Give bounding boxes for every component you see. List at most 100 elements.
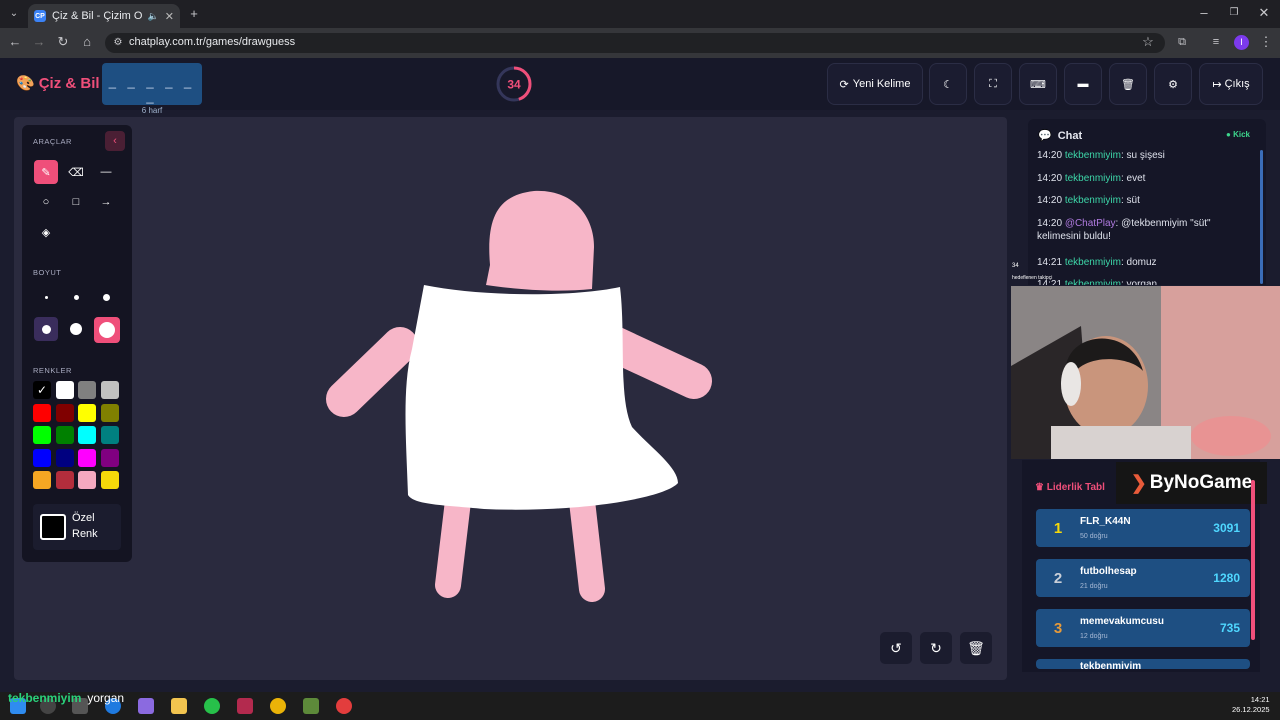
size-dot-l [41, 324, 51, 334]
whatsapp-icon[interactable] [204, 698, 220, 714]
chat-user[interactable]: tekbenmiyim [1065, 257, 1121, 268]
color-swatch[interactable] [33, 471, 51, 489]
clock-time: 14:21 [1250, 695, 1270, 704]
redo-button[interactable]: ↻ [920, 632, 952, 664]
leaderboard-row[interactable]: tekbenmiyim [1036, 659, 1250, 669]
color-swatch[interactable] [100, 381, 119, 399]
leaderboard-row[interactable]: 2 futbolhesap 21 doğru 1280 [1036, 559, 1250, 597]
home-icon[interactable]: ⌂ [79, 35, 95, 49]
color-swatch[interactable]: ✓ [33, 381, 51, 399]
color-swatch[interactable] [78, 471, 96, 489]
drawn-right-leg [569, 488, 605, 602]
color-swatch[interactable] [78, 426, 96, 444]
archive-button[interactable]: ▬ [1064, 63, 1102, 105]
exit-button[interactable]: ↦ Çıkış [1199, 63, 1263, 105]
explorer-icon[interactable] [171, 698, 187, 714]
color-swatch[interactable] [100, 403, 119, 422]
dark-mode-button[interactable]: ☾ [929, 63, 967, 105]
keyboard-button[interactable]: ⌨ [1019, 63, 1057, 105]
tab-search-icon[interactable]: ⌄ [6, 7, 22, 21]
line-tool[interactable]: — [94, 160, 118, 184]
leaderboard-scrollbar[interactable] [1251, 480, 1255, 640]
color-swatch[interactable] [55, 471, 74, 489]
color-swatch[interactable] [55, 381, 74, 399]
chat-user[interactable]: tekbenmiyim [1065, 173, 1121, 184]
restore-icon[interactable]: ❐ [1226, 6, 1242, 20]
settings-button[interactable]: ⚙ [1154, 63, 1192, 105]
color-swatch[interactable] [78, 448, 96, 467]
tab-mute-icon[interactable]: 🔈 [148, 11, 159, 22]
chat-text: : su şişesi [1120, 150, 1165, 161]
new-word-label: Yeni Kelime [852, 78, 911, 90]
size-xs-button[interactable] [34, 285, 58, 309]
size-s-button[interactable] [64, 285, 88, 309]
bookmark-star-icon[interactable]: ☆ [1140, 35, 1156, 49]
obs-icon[interactable] [336, 698, 352, 714]
app-logo[interactable]: 🎨 Çiz & Bil [16, 74, 100, 92]
color-swatch[interactable] [55, 426, 74, 444]
window-close-icon[interactable]: ✕ [1256, 6, 1272, 20]
color-swatch[interactable] [100, 448, 119, 467]
color-swatch[interactable] [55, 448, 74, 467]
url-field[interactable]: chatplay.com.tr/games/drawguess [105, 33, 1165, 53]
fill-tool[interactable]: ◈ [34, 220, 58, 244]
tab-close-icon[interactable]: ✕ [165, 10, 174, 23]
archive-icon: ▬ [1077, 78, 1089, 90]
color-swatch[interactable] [78, 381, 96, 399]
eraser-tool[interactable]: ⌫ [64, 160, 88, 184]
color-swatch[interactable] [33, 403, 51, 422]
reload-icon[interactable]: ↻ [55, 35, 71, 49]
minecraft-icon[interactable] [303, 698, 319, 714]
arrow-tool[interactable]: → [94, 190, 118, 214]
back-icon[interactable]: ← [7, 35, 23, 49]
browser-tab[interactable]: CP Çiz & Bil - Çizim Oyunu 🔈 ✕ [28, 4, 180, 28]
color-swatch[interactable] [78, 403, 96, 422]
color-swatch[interactable] [100, 426, 119, 444]
brush-tool[interactable]: ✎ [34, 160, 58, 184]
rectangle-tool[interactable]: □ [64, 190, 88, 214]
correct-count: 50 doğru [1080, 533, 1108, 540]
fullscreen-button[interactable]: ⛶ [974, 63, 1012, 105]
custom-color-button[interactable]: Özel Renk [33, 504, 121, 550]
menu-dots-icon[interactable]: ⋮ [1258, 35, 1274, 49]
extensions-icon[interactable]: ⧉ [1174, 35, 1190, 49]
exit-label: Çıkış [1224, 78, 1250, 90]
chat-text: : süt [1120, 195, 1140, 206]
chrome-icon[interactable] [270, 698, 286, 714]
size-xl-button[interactable] [64, 317, 88, 341]
brush-icon: ✎ [41, 166, 51, 179]
leaderboard-row[interactable]: 3 memevakumcusu 12 doğru 735 [1036, 609, 1250, 647]
new-word-button[interactable]: ⟳ Yeni Kelime [827, 63, 923, 105]
leaderboard-row[interactable]: 1 FLR_K44N 50 doğru 3091 [1036, 509, 1250, 547]
chat-bubble-icon: 💬 [1038, 130, 1052, 142]
chat-user[interactable]: tekbenmiyim [1065, 279, 1121, 285]
size-title: BOYUT [33, 268, 62, 277]
app-icon[interactable] [237, 698, 253, 714]
site-info-icon[interactable]: ⚙ [110, 36, 126, 50]
color-swatch[interactable] [33, 426, 51, 444]
chat-message: 14:21 tekbenmiyim: yorgan [1037, 278, 1252, 285]
chat-scrollbar[interactable] [1260, 150, 1263, 284]
collapse-tools-button[interactable]: ‹ [105, 131, 125, 151]
circle-tool[interactable]: ○ [34, 190, 58, 214]
color-swatch[interactable] [100, 471, 119, 489]
size-xxl-button[interactable] [94, 317, 120, 343]
clear-canvas-button[interactable]: 🗑 [960, 632, 992, 664]
color-swatch[interactable] [55, 403, 74, 422]
delete-button[interactable]: 🗑 [1109, 63, 1147, 105]
chat-user[interactable]: tekbenmiyim [1065, 150, 1121, 161]
profile-avatar[interactable]: I [1234, 35, 1249, 50]
new-tab-icon[interactable]: + [186, 7, 202, 21]
size-l-button[interactable] [34, 317, 58, 341]
size-m-button[interactable] [94, 285, 118, 309]
minimize-icon[interactable]: – [1196, 6, 1212, 20]
chat-user[interactable]: tekbenmiyim [1065, 195, 1121, 206]
forward-icon[interactable]: → [31, 35, 47, 49]
media-icon[interactable]: ≡ [1208, 35, 1224, 49]
undo-icon: ↺ [890, 639, 902, 656]
color-swatch[interactable] [33, 448, 51, 467]
chat-user[interactable]: @ChatPlay [1065, 218, 1116, 229]
store-icon[interactable] [138, 698, 154, 714]
size-dot-m [102, 293, 110, 301]
undo-button[interactable]: ↺ [880, 632, 912, 664]
